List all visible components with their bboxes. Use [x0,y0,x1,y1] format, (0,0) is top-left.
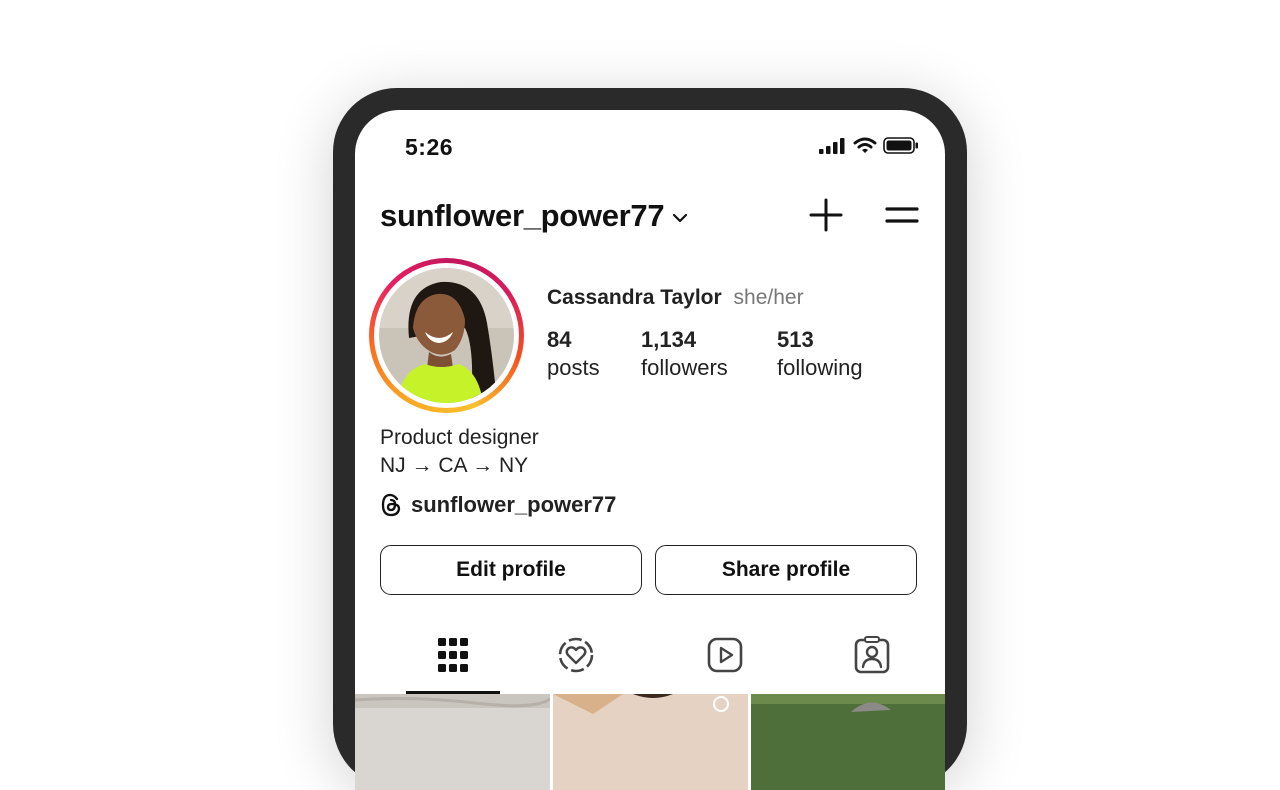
post-thumbnail[interactable] [553,694,748,790]
threads-icon [381,493,401,517]
avatar [379,268,514,403]
wifi-icon [853,137,877,153]
bio: Product designer NJ → CA → NY [380,424,539,480]
status-time: 5:26 [405,134,454,160]
threads-handle: sunflower_power77 [411,492,617,517]
tab-videos[interactable] [705,635,745,675]
tab-posts-grid[interactable] [433,635,473,675]
avatar-image [379,268,514,403]
stat-value: 84 [547,327,572,352]
stat-value: 1,134 [641,327,697,352]
stat-posts[interactable]: 84 posts [547,326,600,382]
grid-icon [438,638,468,672]
stat-label: posts [547,355,600,380]
reels-heart-icon [558,637,594,673]
tab-tagged[interactable] [852,635,892,675]
plus-icon [809,198,843,232]
menu-icon [885,207,919,223]
menu-button[interactable] [883,200,921,230]
name-row: Cassandra Taylor she/her [547,286,804,310]
stat-label: following [777,355,863,380]
create-post-button[interactable] [807,196,845,234]
status-icons [819,137,919,154]
stat-following[interactable]: 513 following [777,326,863,382]
battery-icon [883,137,918,154]
bio-line: NJ → CA → NY [380,454,529,477]
edit-profile-button[interactable]: Edit profile [380,545,642,595]
post-thumbnail[interactable] [355,694,550,790]
video-play-icon [707,637,743,673]
post-thumbnail[interactable] [751,694,945,790]
stat-followers[interactable]: 1,134 followers [641,326,728,382]
bio-line: Product designer [380,426,539,449]
account-switcher[interactable]: sunflower_power77 [380,198,688,234]
tagged-person-icon [854,636,890,674]
share-profile-button[interactable]: Share profile [655,545,917,595]
stat-label: followers [641,355,728,380]
signal-icon [819,137,845,154]
tab-reels-heart[interactable] [556,635,596,675]
stat-value: 513 [777,327,814,352]
avatar-story-ring[interactable] [369,258,524,413]
phone-screen: 5:26 sunflower_power77 Cassandra Taylor … [355,110,945,790]
full-name: Cassandra Taylor [547,286,722,309]
pronouns: she/her [733,286,804,309]
chevron-down-icon [673,213,688,223]
threads-link[interactable]: sunflower_power77 [380,492,616,518]
username: sunflower_power77 [380,198,665,233]
